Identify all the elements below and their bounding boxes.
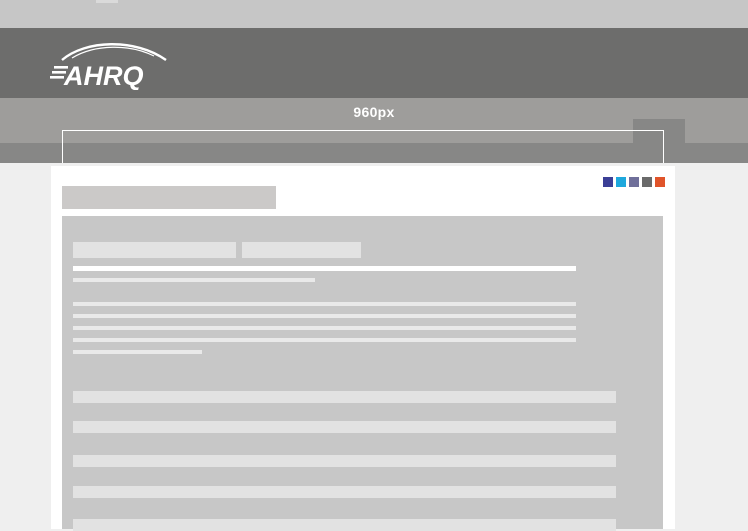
text-line-placeholder bbox=[73, 338, 576, 342]
text-line-placeholder bbox=[73, 350, 202, 354]
width-label: 960px bbox=[353, 104, 395, 120]
text-line-placeholder bbox=[73, 326, 576, 330]
list-row-placeholder[interactable] bbox=[73, 486, 616, 498]
swatch-navy[interactable] bbox=[603, 177, 613, 187]
site-header: AHRQ bbox=[0, 28, 748, 98]
text-line-placeholder bbox=[73, 314, 576, 318]
tab-placeholder-1[interactable] bbox=[73, 242, 236, 258]
tab-placeholder-2[interactable] bbox=[242, 242, 361, 258]
swatch-gray[interactable] bbox=[642, 177, 652, 187]
logo-wordmark: AHRQ bbox=[63, 61, 144, 90]
list-row-placeholder[interactable] bbox=[73, 519, 616, 531]
subheading-line-placeholder bbox=[73, 278, 315, 282]
color-swatches bbox=[603, 177, 665, 187]
text-line-placeholder bbox=[73, 302, 576, 306]
ahrq-logo[interactable]: AHRQ bbox=[50, 38, 172, 90]
list-row-placeholder[interactable] bbox=[73, 421, 616, 433]
width-band-tab bbox=[633, 119, 685, 163]
width-bracket-left bbox=[62, 130, 63, 163]
heading-line-placeholder bbox=[73, 266, 576, 271]
swatch-cyan[interactable] bbox=[616, 177, 626, 187]
top-strip-marker bbox=[96, 0, 118, 3]
page-title-placeholder bbox=[62, 186, 276, 209]
swatch-slate[interactable] bbox=[629, 177, 639, 187]
width-bracket-right bbox=[663, 130, 664, 163]
width-bracket-top bbox=[62, 130, 664, 131]
list-row-placeholder[interactable] bbox=[73, 391, 616, 403]
content-panel bbox=[62, 216, 663, 531]
list-row-placeholder[interactable] bbox=[73, 455, 616, 467]
swatch-orange[interactable] bbox=[655, 177, 665, 187]
top-strip bbox=[0, 0, 748, 28]
